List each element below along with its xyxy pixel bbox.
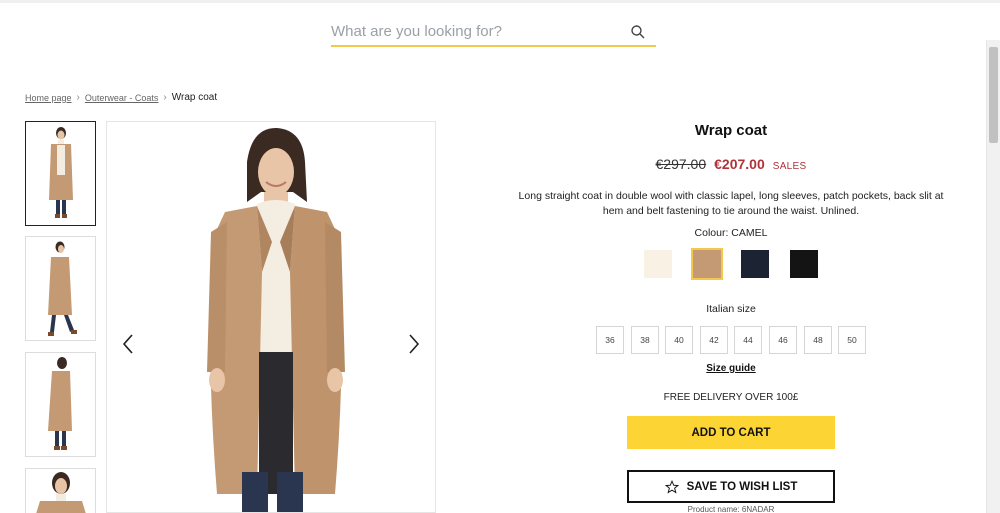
product-name-code: Product name: 6NADAR [687,505,775,513]
colour-label: Colour: CAMEL [694,227,768,239]
coat-model-image [207,127,345,512]
thumbnail-front[interactable] [25,121,96,226]
scrollbar[interactable] [986,40,1000,513]
add-to-cart-button[interactable]: ADD TO CART [627,416,835,449]
size-option[interactable]: 46 [769,326,797,354]
breadcrumb-separator: › [163,92,167,103]
size-option[interactable]: 36 [596,326,624,354]
main-product-image[interactable] [106,121,436,513]
sale-price: €207.00 [714,156,765,172]
thumbnail-side[interactable] [25,352,96,457]
colour-swatch-navy[interactable] [741,250,769,278]
price-row: €297.00 €207.00 SALES [470,156,992,172]
coat-side-thumbnail-image [48,357,72,450]
size-option[interactable]: 44 [734,326,762,354]
coat-detail-thumbnail-image [36,472,86,513]
coat-front-thumbnail-image [49,127,73,218]
product-title: Wrap coat [694,122,768,139]
product-description: Long straight coat in double wool with c… [518,190,944,217]
previous-image-arrow-icon[interactable] [121,332,135,356]
search-icon[interactable] [630,24,646,40]
breadcrumb: Home page › Outerwear - Coats › Wrap coa… [25,92,217,103]
sales-badge: SALES [772,161,807,172]
wishlist-label: SAVE TO WISH LIST [686,480,798,493]
colour-swatch-black[interactable] [790,250,818,278]
search-input[interactable] [331,18,621,44]
search-bar[interactable] [331,16,656,47]
size-guide-link[interactable]: Size guide [470,363,992,374]
size-option[interactable]: 42 [700,326,728,354]
star-icon [664,479,679,494]
free-delivery-text: FREE DELIVERY OVER 100£ [663,392,799,403]
top-border [0,0,1000,3]
breadcrumb-home-link[interactable]: Home page [25,93,72,103]
breadcrumb-current: Wrap coat [171,92,218,103]
size-label: Italian size [706,303,756,315]
thumbnail-walking[interactable] [25,236,96,341]
thumbnail-detail[interactable] [25,468,96,513]
coat-walking-thumbnail-image [48,241,77,336]
save-to-wishlist-button[interactable]: SAVE TO WISH LIST [627,470,835,503]
breadcrumb-separator: › [76,92,80,103]
breadcrumb-category-link[interactable]: Outerwear - Coats [85,93,159,103]
old-price: €297.00 [655,156,707,172]
colour-swatch-cream[interactable] [644,250,672,278]
colour-swatch-camel[interactable] [691,248,723,280]
size-option[interactable]: 48 [804,326,832,354]
size-option[interactable]: 38 [631,326,659,354]
next-image-arrow-icon[interactable] [407,332,421,356]
size-option[interactable]: 40 [665,326,693,354]
size-option[interactable]: 50 [838,326,866,354]
